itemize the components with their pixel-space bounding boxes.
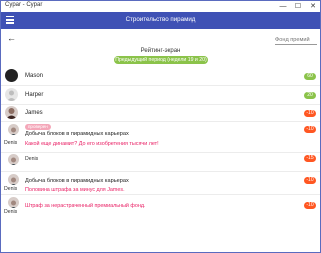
player-row[interactable]: Mason 60 bbox=[1, 67, 320, 85]
avatar bbox=[5, 69, 18, 82]
app-bar: Строительство пирамид bbox=[1, 12, 320, 29]
feed-comment: Штраф за нерастраченный премиальный фонд… bbox=[25, 203, 146, 209]
feed-comment: Половина штрафа за минус для James. bbox=[25, 187, 125, 193]
player-name: Harper bbox=[25, 92, 44, 98]
score-badge: -10 bbox=[304, 110, 316, 117]
score-badge: 20 bbox=[304, 92, 316, 99]
maximize-button[interactable]: ☐ bbox=[291, 1, 305, 12]
author-name: Denis bbox=[25, 156, 39, 162]
player-row[interactable]: Harper 20 bbox=[1, 86, 320, 104]
score-badge: -10 bbox=[304, 126, 316, 133]
author-name: Denis bbox=[4, 140, 18, 146]
player-row[interactable]: James -10 bbox=[1, 104, 320, 122]
score-badge: -10 bbox=[304, 202, 316, 209]
window-title: Cypar - Cypar bbox=[5, 2, 43, 8]
avatar bbox=[5, 106, 18, 119]
prize-fund-input[interactable] bbox=[275, 34, 317, 45]
feed-text: Добыча блоков в пирамидных карьерах bbox=[25, 131, 129, 137]
score-badge: -15 bbox=[304, 155, 316, 162]
feed-comment: Какой еще динамит? До его изобретения ты… bbox=[25, 141, 159, 147]
avatar bbox=[5, 88, 18, 101]
author-name: Denis bbox=[4, 209, 18, 215]
player-name: James bbox=[25, 110, 43, 116]
app-window: Cypar - Cypar — ☐ ✕ Строительство пирами… bbox=[0, 0, 321, 253]
avatar bbox=[8, 154, 19, 165]
status-chip: проверен bbox=[25, 124, 51, 130]
period-badge[interactable]: Предыдущий период (недели 19 и 20) bbox=[114, 56, 208, 64]
page-title: Строительство пирамид bbox=[125, 16, 196, 23]
rating-label: Рейтинг-экран bbox=[140, 48, 181, 54]
avatar bbox=[8, 174, 19, 185]
feed-item[interactable]: Denis Добыча блоков в пирамидных карьера… bbox=[1, 171, 320, 195]
feed-item[interactable]: Denis -15 bbox=[1, 152, 320, 172]
avatar bbox=[8, 124, 19, 135]
feed-item[interactable]: Denis проверен Добыча блоков в пирамидны… bbox=[1, 122, 320, 152]
feed-item[interactable]: Denis Штраф за нерастраченный премиальны… bbox=[1, 194, 320, 216]
score-badge: -10 bbox=[304, 177, 316, 184]
score-badge: 60 bbox=[304, 73, 316, 80]
minimize-button[interactable]: — bbox=[276, 1, 290, 12]
close-button[interactable]: ✕ bbox=[306, 1, 320, 12]
window-titlebar: Cypar - Cypar — ☐ ✕ bbox=[1, 1, 320, 12]
author-name: Denis bbox=[4, 186, 18, 192]
feed-text: Добыча блоков в пирамидных карьерах bbox=[25, 178, 129, 184]
avatar bbox=[8, 197, 19, 208]
player-name: Mason bbox=[25, 73, 44, 79]
back-arrow-icon[interactable]: ← bbox=[7, 33, 17, 43]
